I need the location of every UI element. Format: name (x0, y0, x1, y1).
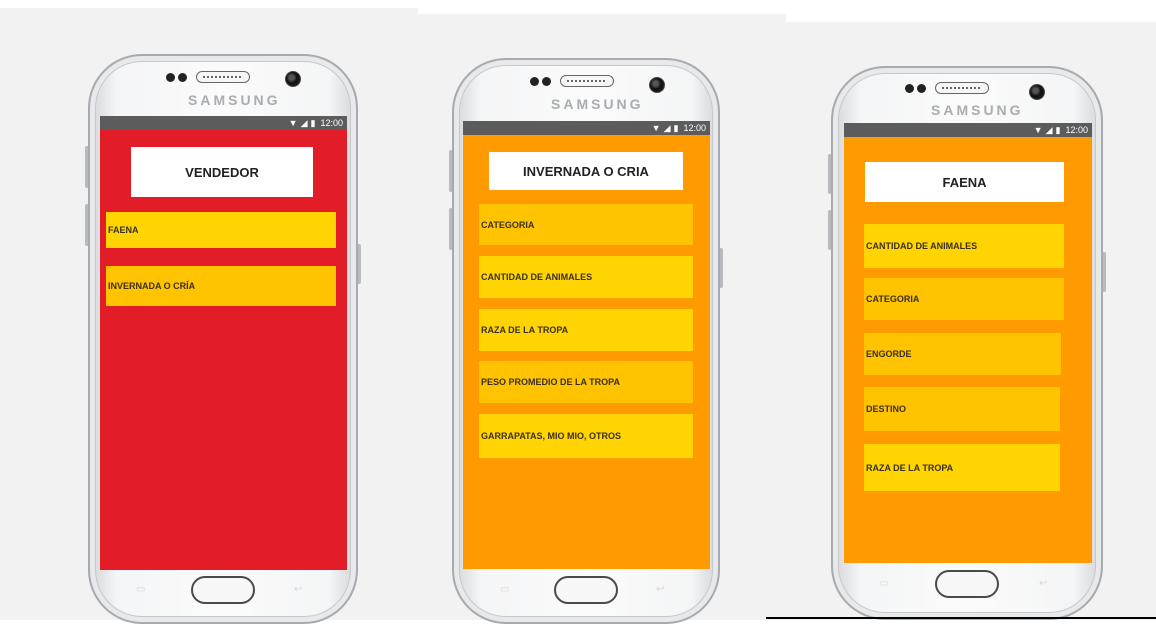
status-bar: ▼ ◢ ▮ 12:00 (844, 123, 1092, 137)
screen-title: VENDEDOR (131, 147, 313, 197)
recent-apps-key-icon[interactable]: ▭ (500, 584, 509, 595)
brand-logo: SAMSUNG (551, 96, 644, 112)
screen-title: INVERNADA O CRIA (489, 152, 683, 190)
front-camera-icon (285, 71, 301, 87)
home-button[interactable] (191, 576, 255, 604)
menu-item-faena[interactable]: FAENA (106, 212, 336, 248)
home-button[interactable] (554, 576, 618, 604)
home-button[interactable] (935, 570, 999, 598)
battery-icon: ▮ (310, 117, 316, 128)
phone-faena: SAMSUNG ▼ ◢ ▮ 12:00 FAENA CANTIDAD DE AN… (828, 66, 1106, 620)
signal-icon: ◢ (300, 117, 308, 128)
menu-item-invernada-o-cria[interactable]: INVERNADA O CRÍA (106, 266, 336, 306)
front-camera-icon (1029, 84, 1045, 100)
battery-icon: ▮ (673, 122, 679, 133)
status-time: 12:00 (683, 123, 706, 133)
menu-item-destino[interactable]: DESTINO (864, 387, 1060, 431)
menu-item-garrapatas[interactable]: GARRAPATAS, MIO MIO, OTROS (479, 414, 693, 458)
signal-icon: ◢ (663, 122, 671, 133)
speaker-grille-icon (935, 82, 989, 94)
back-key-icon[interactable]: ↩ (1039, 578, 1047, 589)
menu-item-peso-promedio[interactable]: PESO PROMEDIO DE LA TROPA (479, 361, 693, 403)
phone-vendedor: SAMSUNG ▼ ◢ ▮ 12:00 VENDEDOR FAENA INVER… (85, 54, 361, 624)
screen-invernada-o-cria: ▼ ◢ ▮ 12:00 INVERNADA O CRIA CATEGORIA C… (463, 121, 710, 569)
menu-item-raza-de-la-tropa[interactable]: RAZA DE LA TROPA (479, 309, 693, 351)
recent-apps-key-icon[interactable]: ▭ (136, 584, 145, 595)
menu-item-cantidad-de-animales[interactable]: CANTIDAD DE ANIMALES (479, 256, 693, 298)
sensor-dots-icon (166, 73, 187, 82)
status-bar: ▼ ◢ ▮ 12:00 (100, 116, 347, 130)
wifi-icon: ▼ (288, 117, 298, 128)
screen-title: FAENA (865, 162, 1064, 202)
sensor-dots-icon (905, 84, 926, 93)
menu-item-raza-de-la-tropa[interactable]: RAZA DE LA TROPA (864, 444, 1060, 491)
back-key-icon[interactable]: ↩ (656, 584, 664, 595)
status-time: 12:00 (320, 118, 343, 128)
phone-invernada-o-cria: SAMSUNG ▼ ◢ ▮ 12:00 INVERNADA O CRIA CAT… (449, 58, 723, 624)
screen-vendedor: ▼ ◢ ▮ 12:00 VENDEDOR FAENA INVERNADA O C… (100, 116, 347, 570)
menu-item-engorde[interactable]: ENGORDE (864, 333, 1061, 375)
brand-logo: SAMSUNG (931, 102, 1024, 118)
menu-item-categoria[interactable]: CATEGORIA (479, 204, 693, 245)
wifi-icon: ▼ (1033, 124, 1043, 135)
signal-icon: ◢ (1045, 124, 1053, 135)
menu-item-categoria[interactable]: CATEGORIA (864, 278, 1064, 320)
brand-logo: SAMSUNG (188, 92, 281, 108)
speaker-grille-icon (196, 71, 250, 83)
speaker-grille-icon (560, 75, 614, 87)
back-key-icon[interactable]: ↩ (294, 584, 302, 595)
recent-apps-key-icon[interactable]: ▭ (879, 578, 888, 589)
wifi-icon: ▼ (651, 122, 661, 133)
screen-faena: ▼ ◢ ▮ 12:00 FAENA CANTIDAD DE ANIMALES C… (844, 123, 1092, 563)
status-time: 12:00 (1065, 125, 1088, 135)
menu-item-cantidad-de-animales[interactable]: CANTIDAD DE ANIMALES (864, 224, 1064, 268)
status-bar: ▼ ◢ ▮ 12:00 (463, 121, 710, 135)
battery-icon: ▮ (1055, 124, 1061, 135)
front-camera-icon (649, 77, 665, 93)
sensor-dots-icon (530, 77, 551, 86)
divider (766, 617, 1156, 619)
